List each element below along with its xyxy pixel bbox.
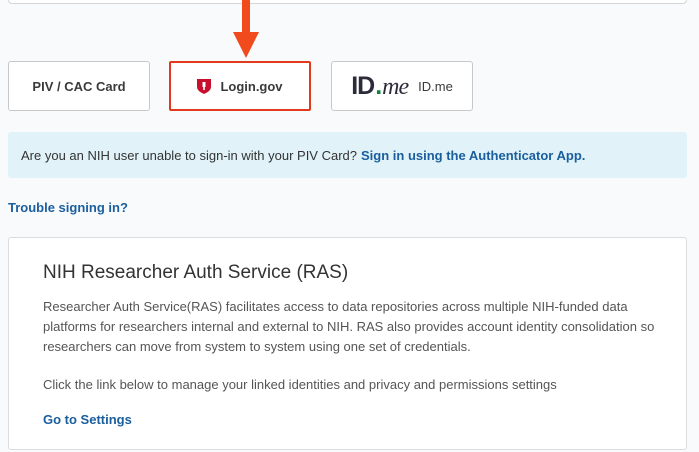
go-to-settings-link[interactable]: Go to Settings <box>43 412 132 427</box>
ras-title: NIH Researcher Auth Service (RAS) <box>43 262 349 283</box>
down-arrow-icon <box>233 0 259 58</box>
ras-description: Researcher Auth Service(RAS) facilitates… <box>43 299 655 354</box>
ras-card: NIH Researcher Auth Service (RAS) Resear… <box>8 237 687 450</box>
login-gov-label: Login.gov <box>220 78 283 94</box>
piv-cac-card-button[interactable]: PIV / CAC Card <box>8 61 150 111</box>
idme-label: ID.me <box>418 78 453 94</box>
alert-text: Are you an NIH user unable to sign-in wi… <box>21 147 358 163</box>
piv-cac-card-label: PIV / CAC Card <box>32 78 126 94</box>
trouble-signing-in-link[interactable]: Trouble signing in? <box>8 200 128 215</box>
idme-logo: ID. me <box>351 71 409 100</box>
login-gov-button[interactable]: Login.gov <box>169 61 311 111</box>
authenticator-app-link[interactable]: Sign in using the Authenticator App. <box>361 148 585 163</box>
piv-help-alert: Are you an NIH user unable to sign-in wi… <box>8 132 687 178</box>
top-card <box>8 0 687 4</box>
ras-note: Click the link below to manage your link… <box>43 377 557 392</box>
idme-button[interactable]: ID. me ID.me <box>331 61 473 111</box>
login-gov-shield-icon <box>197 79 212 94</box>
